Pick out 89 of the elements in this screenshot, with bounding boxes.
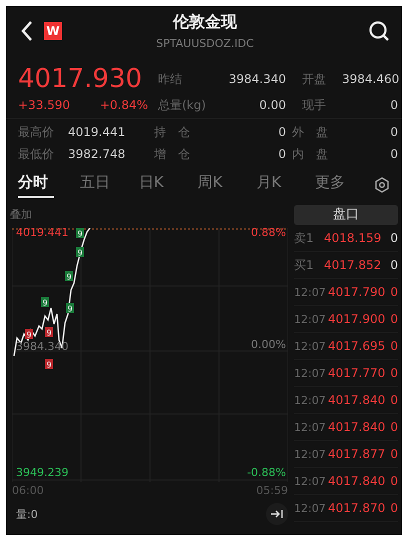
stat-value: 3984.340 (228, 72, 286, 86)
signal-marker: 9 (25, 329, 33, 340)
trade-time: 12:07 (294, 286, 327, 298)
trade-time: 12:07 (294, 448, 327, 460)
stat-value: 0 (277, 125, 286, 139)
trade-time: 12:07 (294, 502, 327, 514)
trade-volume: 0 (389, 366, 398, 380)
trade-price: 4017.695 (328, 339, 386, 353)
trade-price: 4017.770 (328, 366, 386, 380)
level-price: 4018.159 (324, 231, 382, 245)
trade-price: 4017.877 (328, 447, 386, 461)
chart-tab[interactable]: 分时 (18, 172, 54, 198)
overlay-button[interactable]: 叠加 (10, 208, 32, 221)
trade-time: 12:07 (294, 420, 327, 434)
settings-icon[interactable] (374, 177, 390, 193)
signal-marker: 9 (65, 271, 73, 282)
stat-label: 最低价 (18, 146, 55, 163)
stat-value: 3982.748 (68, 147, 126, 161)
chart-tab[interactable]: 月K (256, 172, 316, 198)
search-icon[interactable] (368, 20, 390, 42)
trade-time: 12:07 (294, 340, 327, 352)
stat-value: 0 (389, 98, 398, 112)
signal-marker: 9 (45, 327, 53, 338)
stat-value: 0 (277, 147, 286, 161)
signal-marker: 9 (76, 247, 84, 258)
signal-marker: 9 (45, 359, 53, 370)
axis-label: 3949.239 (16, 466, 68, 479)
chart-tab[interactable]: 日K (138, 172, 198, 198)
time-label: 05:59 (256, 484, 288, 497)
axis-label: 0.00% (251, 338, 286, 351)
stat-label: 持 仓 (153, 124, 191, 141)
symbol-code: SPTAUUSDOZ.IDC (156, 37, 254, 50)
signal-marker: 9 (41, 297, 49, 308)
chart-tab[interactable]: 五日 (80, 172, 139, 198)
trade-time: 12:07 (294, 474, 327, 488)
stat-value: 0 (389, 125, 398, 139)
trade-price: 4017.840 (328, 393, 386, 407)
axis-label: 0.88% (251, 226, 286, 239)
stat-label: 开盘 (301, 71, 327, 88)
stat-value: 3984.460 (342, 72, 398, 86)
stat-label: 最高价 (18, 124, 55, 141)
stat-value: 0 (389, 147, 398, 161)
stat-label: 增 仓 (153, 146, 191, 163)
axis-label: -0.88% (247, 466, 286, 479)
trade-volume: 0 (389, 393, 398, 407)
trade-volume: 0 (389, 339, 398, 353)
stat-label: 外 盘 (291, 124, 329, 141)
trade-volume: 0 (389, 420, 398, 434)
trade-time: 12:07 (294, 312, 327, 326)
app-logo: W (44, 22, 62, 40)
axis-label: 3984.340 (16, 340, 68, 353)
trade-price: 4017.900 (328, 312, 386, 326)
trade-price: 4017.790 (328, 285, 386, 299)
last-price: 4017.930 (18, 64, 144, 94)
trade-time: 12:07 (294, 394, 327, 406)
stat-label: 现手 (301, 97, 327, 114)
signal-marker: 9 (76, 228, 84, 238)
trade-price: 4017.840 (328, 420, 386, 434)
stat-value: 4019.441 (68, 125, 126, 139)
stat-label: 昨结 (158, 71, 183, 88)
order-book-header[interactable]: 盘口 (294, 205, 398, 225)
level-volume: 0 (389, 258, 398, 272)
trade-volume: 0 (389, 474, 398, 488)
trade-volume: 0 (389, 285, 398, 299)
trade-price: 4017.840 (328, 474, 386, 488)
chart-tab[interactable]: 周K (198, 172, 256, 198)
page-title: 伦敦金现 (173, 12, 237, 33)
trade-volume: 0 (389, 312, 398, 326)
jump-to-end-button[interactable] (266, 503, 288, 525)
back-icon[interactable] (20, 20, 34, 42)
level-volume: 0 (389, 231, 398, 245)
trade-volume: 0 (389, 447, 398, 461)
volume-label: 量:0 (16, 506, 38, 522)
time-label: 06:00 (12, 484, 44, 497)
trade-price: 4017.870 (328, 501, 386, 515)
signal-marker: 9 (66, 303, 74, 314)
axis-label: 4019.441 (16, 226, 68, 239)
percent-change: +0.84% (100, 98, 148, 112)
chart-tab[interactable]: 更多 (315, 172, 374, 198)
level-label: 买1 (294, 256, 315, 274)
price-change: +33.590 (18, 98, 70, 112)
level-label: 卖1 (294, 230, 315, 246)
arrow-to-bar-icon (270, 509, 284, 519)
trade-volume: 0 (389, 501, 398, 515)
trade-time: 12:07 (294, 366, 327, 380)
stat-label: 内 盘 (291, 146, 329, 163)
stat-value: 0.00 (258, 98, 286, 112)
level-price: 4017.852 (324, 258, 382, 272)
stat-label: 总量(kg) (158, 97, 207, 114)
